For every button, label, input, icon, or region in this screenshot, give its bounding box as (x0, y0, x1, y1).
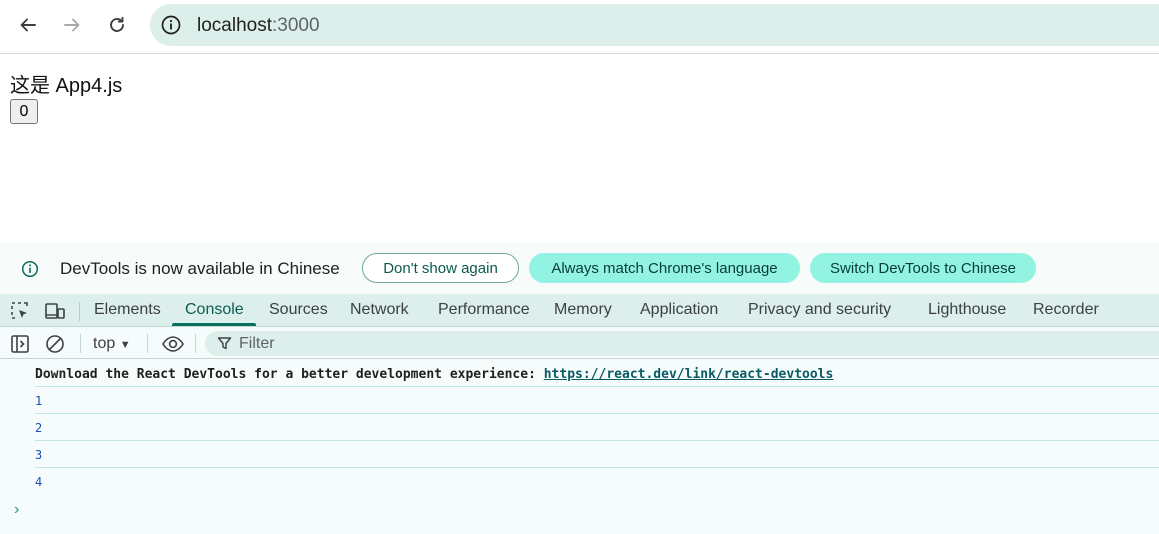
filter-input[interactable]: Filter (205, 331, 1159, 356)
log-value: 1 (35, 394, 43, 408)
console-log-row: 3 (35, 441, 1159, 468)
tab-sources[interactable]: Sources (269, 301, 328, 319)
console-toolbar: top ▼ Filter (0, 328, 1159, 359)
react-devtools-link[interactable]: https://react.dev/link/react-devtools (544, 367, 834, 382)
tab-privacy-security[interactable]: Privacy and security (748, 301, 891, 319)
console-log-row: 2 (35, 414, 1159, 441)
console-log-row: 1 (35, 387, 1159, 414)
active-tab-indicator (172, 323, 256, 326)
toolbar-separator (147, 334, 148, 353)
console-prompt-icon[interactable]: › (14, 501, 19, 519)
page-heading: 这是 App4.js (10, 75, 123, 97)
url-text: localhost:3000 (197, 15, 320, 36)
clear-console-icon[interactable] (44, 333, 66, 355)
inspect-element-icon[interactable] (9, 300, 31, 322)
back-button[interactable] (12, 9, 44, 41)
console-log-row: 4 (35, 468, 1159, 495)
tab-application[interactable]: Application (640, 301, 718, 319)
always-match-language-button[interactable]: Always match Chrome's language (529, 253, 800, 283)
console-message-react: Download the React DevTools for a better… (35, 360, 1159, 387)
tab-memory[interactable]: Memory (554, 301, 612, 319)
tab-elements[interactable]: Elements (94, 301, 161, 319)
info-icon (21, 260, 39, 278)
tab-recorder[interactable]: Recorder (1033, 301, 1099, 319)
banner-message: DevTools is now available in Chinese (60, 259, 340, 278)
filter-placeholder: Filter (239, 335, 275, 352)
tab-network[interactable]: Network (350, 301, 409, 319)
device-toolbar-icon[interactable] (44, 300, 66, 322)
devtools-tab-bar: Elements Console Sources Network Perform… (0, 294, 1159, 327)
log-value: 4 (35, 475, 43, 489)
dropdown-arrow-icon: ▼ (119, 339, 131, 351)
dont-show-again-button[interactable]: Don't show again (362, 253, 519, 283)
switch-to-chinese-button[interactable]: Switch DevTools to Chinese (810, 253, 1036, 283)
forward-button[interactable] (56, 9, 88, 41)
log-value: 2 (35, 421, 43, 435)
toolbar-separator (195, 334, 196, 353)
browser-toolbar: localhost:3000 (0, 0, 1159, 54)
address-bar[interactable]: localhost:3000 (150, 4, 1159, 46)
log-value: 3 (35, 448, 43, 462)
live-expression-eye-icon[interactable] (161, 333, 185, 355)
tab-separator (79, 302, 80, 321)
console-message-text: Download the React DevTools for a better… (35, 367, 544, 382)
sidebar-toggle-icon[interactable] (9, 333, 31, 355)
filter-icon (217, 337, 232, 350)
tab-console[interactable]: Console (185, 301, 244, 319)
toolbar-separator (80, 334, 81, 353)
reload-button[interactable] (101, 9, 133, 41)
site-info-icon[interactable] (160, 14, 182, 36)
counter-button[interactable]: 0 (10, 99, 38, 124)
reload-icon (110, 16, 124, 32)
language-banner: DevTools is now available in Chinese Don… (0, 243, 1159, 294)
tab-lighthouse[interactable]: Lighthouse (928, 301, 1006, 319)
context-selector[interactable]: top ▼ (93, 335, 131, 353)
back-arrow-icon (20, 18, 36, 32)
forward-arrow-icon (64, 18, 80, 32)
tab-performance[interactable]: Performance (438, 301, 530, 319)
devtools-panel: DevTools is now available in Chinese Don… (0, 243, 1159, 534)
